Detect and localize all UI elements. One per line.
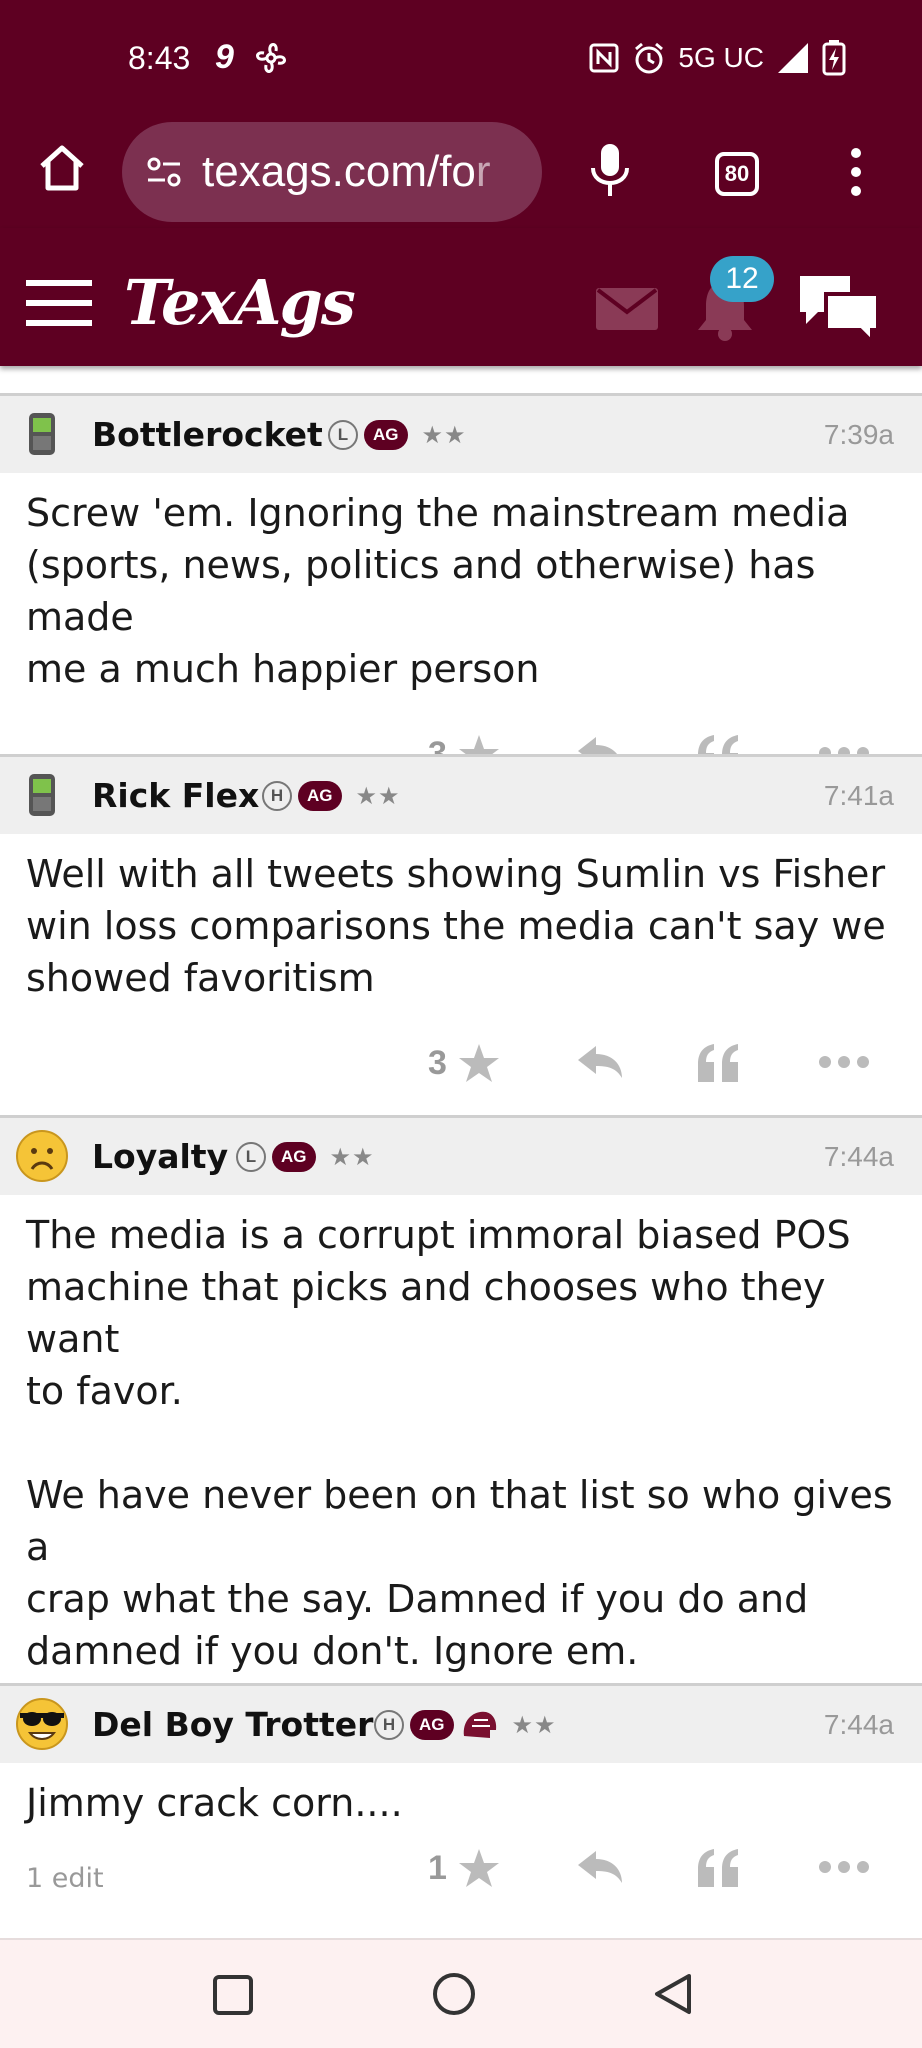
star-count: 3 <box>428 1043 447 1082</box>
star-rating: ★★ <box>355 781 401 810</box>
recents-icon[interactable] <box>212 1974 254 2016</box>
star-button[interactable]: 3 <box>428 1042 501 1084</box>
reply-icon[interactable] <box>576 1849 624 1885</box>
post-line: crap what the say. Damned if you do and <box>26 1577 809 1621</box>
status-time: 8:43 <box>128 40 191 76</box>
post-line: Jimmy crack corn.... <box>26 1781 403 1825</box>
post-username[interactable]: Bottlerocket <box>92 415 323 454</box>
home-circle-icon[interactable] <box>432 1972 476 2016</box>
frown-face-icon[interactable] <box>14 1128 70 1184</box>
alarm-icon <box>635 42 664 74</box>
post-line: machine that picks and chooses who they … <box>26 1265 826 1361</box>
post-line: (sports, news, politics and otherwise) h… <box>26 543 816 639</box>
post-username[interactable]: Rick Flex <box>92 776 259 815</box>
post-time[interactable]: 7:44a <box>824 1709 894 1741</box>
star-icon <box>458 1849 499 1887</box>
home-icon[interactable] <box>36 142 88 194</box>
ag-badge: AG <box>272 1141 316 1172</box>
ag-badge: AG <box>364 419 408 450</box>
post-actions: 3 <box>0 1004 922 1114</box>
post-line: Screw 'em. Ignoring the mainstream media <box>26 491 850 535</box>
sunglasses-face-icon[interactable] <box>14 1696 70 1752</box>
post-username[interactable]: Loyalty <box>92 1137 228 1176</box>
phone-icon[interactable] <box>14 767 70 823</box>
star-rating: ★★ <box>329 1142 375 1171</box>
post-username[interactable]: Del Boy Trotter <box>92 1705 373 1744</box>
post-header: Loyalty L AG ★★ 7:44a <box>0 1118 922 1195</box>
star-rating: ★★ <box>421 420 467 449</box>
post-body: The media is a corrupt immoral biased PO… <box>0 1195 922 1677</box>
post-line: We have never been on that list so who g… <box>26 1473 893 1569</box>
quote-icon[interactable] <box>696 1847 740 1889</box>
star-button[interactable]: 1 <box>428 1847 501 1889</box>
post-line: Well with all tweets showing Sumlin vs F… <box>26 852 886 896</box>
post-line: win loss comparisons the media can't say… <box>26 904 886 948</box>
mic-icon[interactable] <box>588 142 632 200</box>
star-count: 1 <box>428 1848 447 1887</box>
network-label: 5G UC <box>678 42 764 73</box>
chat-icon[interactable] <box>796 272 882 344</box>
tabs-button[interactable]: 80 <box>715 152 759 196</box>
quote-icon[interactable] <box>696 1042 740 1084</box>
reply-icon[interactable] <box>576 1044 624 1080</box>
hamburger-menu-icon[interactable] <box>26 278 92 328</box>
address-bar[interactable]: texags.com/for <box>122 122 542 222</box>
system-nav-bar <box>0 1938 922 2048</box>
9-app-icon: 9 <box>215 38 234 76</box>
texags-logo[interactable]: TexAgs <box>124 266 356 339</box>
post-time[interactable]: 7:39a <box>824 419 894 451</box>
level-badge: H <box>262 780 292 811</box>
star-icon <box>458 1044 499 1082</box>
post-header: Bottlerocket L AG ★★ 7:39a <box>0 396 922 473</box>
post-line: damned if you don't. Ignore em. <box>26 1629 639 1673</box>
level-badge: H <box>374 1709 404 1740</box>
post-header: Del Boy Trotter H AG ★★ 7:44a <box>0 1686 922 1763</box>
mail-icon[interactable] <box>596 288 658 330</box>
more-options-icon[interactable] <box>818 1054 870 1070</box>
back-icon[interactable] <box>652 1972 694 2016</box>
battery-charging-icon <box>822 40 846 76</box>
team-helmet-icon <box>463 1711 496 1738</box>
nfc-icon <box>589 43 619 73</box>
signal-icon <box>778 43 808 73</box>
url-text: texags.com/for <box>202 147 491 196</box>
star-rating: ★★ <box>511 1710 557 1739</box>
post-item: Del Boy Trotter H AG ★★ 7:44a Jimmy crac… <box>0 1683 922 1949</box>
post-header: Rick Flex H AG ★★ 7:41a <box>0 757 922 834</box>
notification-count-badge[interactable]: 12 <box>710 256 774 302</box>
phone-icon[interactable] <box>14 406 70 462</box>
post-time[interactable]: 7:44a <box>824 1141 894 1173</box>
post-line: showed favoritism <box>26 956 375 1000</box>
browser-toolbar: texags.com/for 80 <box>0 118 922 228</box>
more-options-icon[interactable] <box>818 1859 870 1875</box>
edit-note[interactable]: 1 edit <box>26 1863 104 1894</box>
post-item: Bottlerocket L AG ★★ 7:39a Screw 'em. Ig… <box>0 393 922 805</box>
level-badge: L <box>236 1141 266 1172</box>
level-badge: L <box>328 419 358 450</box>
post-body: Well with all tweets showing Sumlin vs F… <box>0 834 922 1004</box>
post-body: Jimmy crack corn.... <box>0 1763 922 1829</box>
ag-badge: AG <box>410 1709 454 1740</box>
status-bar: 8:43 9 5G UC <box>0 0 922 118</box>
more-menu-icon[interactable] <box>848 146 864 198</box>
site-header: TexAgs <box>0 228 922 366</box>
ag-badge: AG <box>298 780 342 811</box>
post-line: to favor. <box>26 1369 183 1413</box>
post-time[interactable]: 7:41a <box>824 780 894 812</box>
post-item: Rick Flex H AG ★★ 7:41a Well with all tw… <box>0 754 922 1114</box>
post-actions: 1 edit 1 <box>0 1829 922 1949</box>
site-info-icon[interactable] <box>144 152 184 192</box>
post-line: The media is a corrupt immoral biased PO… <box>26 1213 851 1257</box>
post-line: me a much happier person <box>26 647 540 691</box>
post-body: Screw 'em. Ignoring the mainstream media… <box>0 473 922 695</box>
fan-icon <box>256 42 286 73</box>
